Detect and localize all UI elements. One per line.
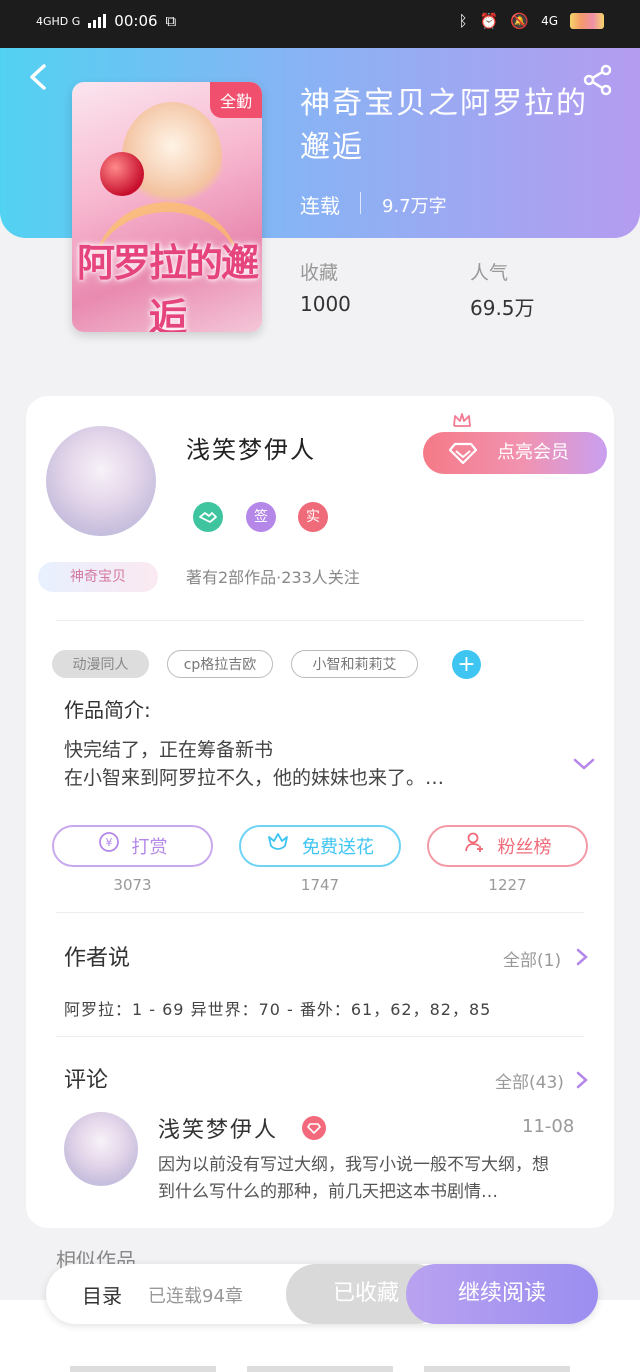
intro-line: 在小智来到阿罗拉不久，他的妹妹也来了。…: [64, 767, 445, 789]
tag-item[interactable]: 动漫同人: [52, 650, 149, 678]
status-bar: 4GHD G 00:06 ⧉ ᛒ ⏰ 🔕 4G: [0, 0, 640, 48]
network-4g-label: 4G: [541, 14, 558, 28]
chevron-right-icon[interactable]: [575, 1070, 589, 1090]
divider: [56, 620, 584, 621]
comment-text[interactable]: 因为以前没有写过大纲，我写小说一般不写大纲，想到什么写什么的那种，前几天把这本书…: [158, 1152, 558, 1206]
network-label: 4GHD G: [36, 14, 81, 28]
fan-ranking-label: 粉丝榜: [497, 837, 552, 858]
avatar-fan-tag: 神奇宝贝: [38, 562, 158, 592]
commenter-avatar[interactable]: [64, 1112, 138, 1186]
comments-more[interactable]: 全部(43): [495, 1068, 564, 1093]
chevron-right-icon[interactable]: [575, 947, 589, 967]
comments-title: 评论: [64, 1068, 109, 1093]
book-title: 神奇宝贝之阿罗拉的邂逅: [300, 86, 588, 165]
yen-icon: ¥: [98, 827, 120, 869]
vip-button-label: 点亮会员: [497, 442, 569, 463]
author-avatar[interactable]: [46, 426, 156, 536]
fan-ranking-button[interactable]: 粉丝榜: [427, 825, 588, 867]
add-tag-button[interactable]: +: [452, 650, 481, 679]
intro-title: 作品简介:: [64, 698, 151, 722]
back-icon[interactable]: [24, 62, 54, 92]
handshake-badge-icon: [193, 502, 223, 532]
author-said-more[interactable]: 全部(1): [503, 946, 561, 971]
intro-text: 快完结了，正在筹备新书 在小智来到阿罗拉不久，他的妹妹也来了。…: [64, 736, 554, 792]
similar-book-preview[interactable]: [70, 1366, 216, 1372]
signed-badge: 签: [246, 502, 276, 532]
battery-icon: [570, 13, 604, 29]
send-flower-button[interactable]: 免费送花: [239, 825, 401, 867]
svg-text:¥: ¥: [105, 836, 112, 849]
chevron-down-icon[interactable]: [572, 756, 596, 772]
chapter-count[interactable]: 已连载94章: [148, 1282, 243, 1308]
diamond-icon: [449, 442, 477, 464]
app-notification-icon: ⧉: [165, 12, 177, 30]
flower-icon: [266, 827, 290, 869]
user-icon: [464, 827, 486, 869]
status-divider: [360, 192, 361, 214]
author-said-text: 阿罗拉：1 - 69 异世界：70 - 番外：61，62，82，85: [64, 1000, 492, 1019]
tag-item[interactable]: cp格拉吉欧: [167, 650, 273, 678]
similar-book-preview[interactable]: [424, 1366, 570, 1372]
reward-count: 3073: [113, 876, 152, 894]
divider: [56, 1036, 584, 1037]
bluetooth-icon: ᛒ: [458, 12, 468, 30]
vip-diamond-icon: [302, 1116, 326, 1140]
popularity-value: 69.5万: [470, 296, 535, 320]
intro-line: 快完结了，正在筹备新书: [64, 739, 274, 761]
comment-date: 11-08: [522, 1116, 575, 1137]
toc-button[interactable]: 目录: [82, 1280, 122, 1309]
send-flower-label: 免费送花: [302, 837, 374, 858]
divider: [56, 912, 584, 913]
author-said-title: 作者说: [64, 946, 131, 971]
status-time: 00:06: [114, 12, 158, 30]
reward-label: 打赏: [131, 837, 168, 858]
reward-button[interactable]: ¥ 打赏: [52, 825, 213, 867]
verified-badge: 实: [298, 502, 328, 532]
fan-count: 1227: [488, 876, 527, 894]
vip-button[interactable]: 点亮会员: [423, 432, 607, 474]
crown-icon: [453, 413, 471, 427]
tag-item[interactable]: 小智和莉莉艾: [291, 650, 418, 678]
alarm-icon: ⏰: [479, 12, 499, 30]
collect-label: 收藏: [300, 262, 339, 284]
cover-apple: [100, 152, 144, 196]
continue-reading-button[interactable]: 继续阅读: [406, 1264, 598, 1324]
mute-icon: 🔕: [510, 12, 530, 30]
author-name[interactable]: 浅笑梦伊人: [186, 430, 316, 465]
book-cover[interactable]: 阿罗拉的邂逅 全勤: [72, 82, 262, 332]
book-status: 连载: [300, 194, 340, 218]
author-meta: 著有2部作品·233人关注: [186, 568, 360, 587]
cover-title: 阿罗拉的邂逅: [76, 241, 259, 332]
popularity-label: 人气: [470, 262, 509, 284]
similar-book-preview[interactable]: [247, 1366, 393, 1372]
word-count: 9.7万字: [382, 196, 447, 217]
commenter-name[interactable]: 浅笑梦伊人: [158, 1112, 278, 1144]
signal-icon: [88, 14, 107, 28]
full-attendance-badge: 全勤: [209, 82, 262, 118]
flower-count: 1747: [300, 876, 340, 894]
collect-value: 1000: [300, 292, 351, 316]
